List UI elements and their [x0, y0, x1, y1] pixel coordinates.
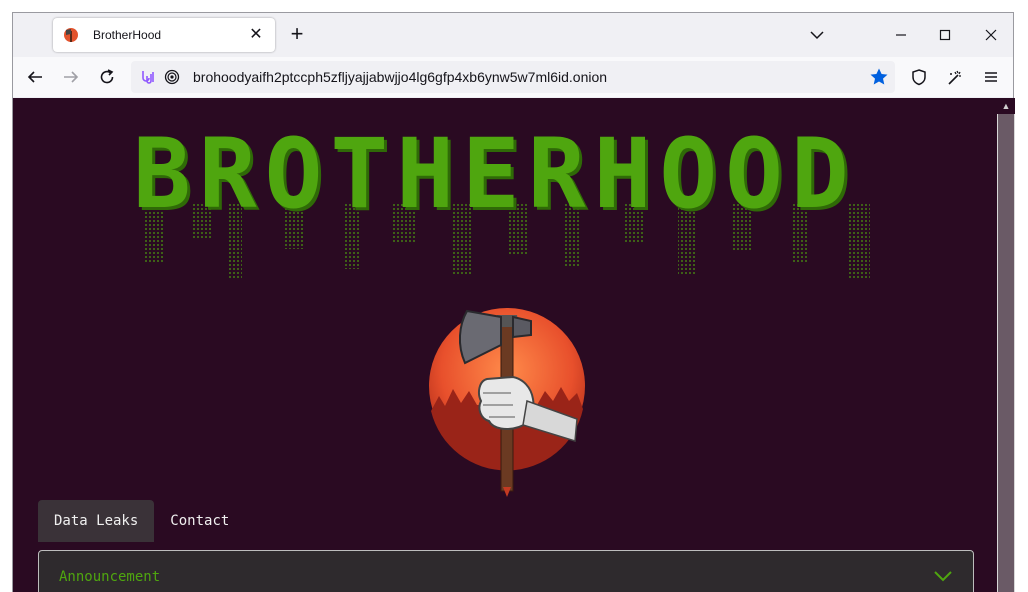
minimize-icon — [896, 34, 906, 36]
browser-window: BrotherHood ✕ + brohoodyaifh2ptccph5zflj… — [12, 12, 1015, 592]
close-tab-icon[interactable]: ✕ — [247, 27, 265, 43]
minimize-button[interactable] — [889, 23, 913, 47]
maximize-button[interactable] — [933, 23, 957, 47]
app-menu-button[interactable] — [979, 65, 1003, 89]
tracking-protection-icon[interactable] — [163, 68, 181, 86]
close-window-icon — [985, 29, 997, 41]
url-bar[interactable]: brohoodyaifh2ptccph5zfljyajjabwjjo4lg6gf… — [131, 61, 895, 93]
back-button[interactable] — [23, 65, 47, 89]
list-tabs-icon[interactable] — [807, 25, 827, 45]
tab-title: BrotherHood — [93, 28, 162, 42]
logo-text: BROTHERHOOD — [133, 118, 857, 230]
axe-fist-emblem — [429, 308, 585, 497]
tab-contact[interactable]: Contact — [154, 500, 245, 542]
page-content: BROTHERHOOD Data Leaks Contact Announcem… — [13, 98, 997, 592]
security-level-button[interactable] — [907, 65, 931, 89]
scroll-up-icon[interactable]: ▲ — [997, 98, 1015, 114]
tab-data-leaks[interactable]: Data Leaks — [38, 500, 155, 542]
bookmark-star-icon[interactable] — [869, 67, 889, 87]
reload-button[interactable] — [95, 65, 119, 89]
back-icon — [27, 71, 42, 83]
accordion-title: Announcement — [59, 569, 161, 585]
forward-icon — [64, 71, 79, 83]
forward-button[interactable] — [59, 65, 83, 89]
tab-strip: BrotherHood ✕ + — [13, 13, 1013, 57]
onion-circuit-icon[interactable] — [139, 68, 157, 86]
shield-icon — [912, 69, 926, 86]
navigation-bar: brohoodyaifh2ptccph5zfljyajjabwjjo4lg6gf… — [13, 57, 1013, 97]
content-tabs: Data Leaks Contact — [38, 500, 245, 542]
maximize-icon — [939, 29, 951, 41]
menu-icon — [985, 72, 997, 82]
new-identity-button[interactable] — [943, 65, 967, 89]
page-scrollbar[interactable]: ▲ — [997, 98, 1015, 592]
announcement-accordion[interactable]: Announcement — [38, 550, 974, 592]
brotherhood-favicon-icon — [64, 28, 78, 42]
new-identity-icon — [948, 70, 961, 85]
new-tab-button[interactable]: + — [285, 23, 309, 47]
scrollbar-thumb[interactable] — [998, 114, 1014, 592]
url-text[interactable]: brohoodyaifh2ptccph5zfljyajjabwjjo4lg6gf… — [193, 69, 607, 85]
site-logo: BROTHERHOOD — [133, 118, 883, 280]
reload-icon — [100, 69, 114, 84]
chevron-down-icon[interactable] — [933, 569, 953, 583]
close-window-button[interactable] — [979, 23, 1003, 47]
browser-tab[interactable]: BrotherHood ✕ — [53, 18, 275, 52]
